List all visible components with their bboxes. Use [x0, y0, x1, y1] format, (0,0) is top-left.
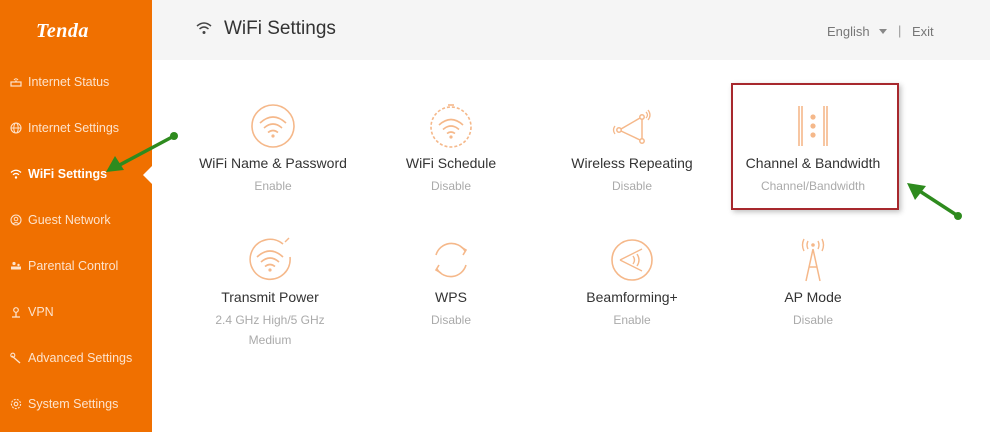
wps-icon	[434, 242, 468, 278]
tile-label: Transmit Power	[221, 289, 319, 305]
globe-icon	[9, 121, 23, 135]
sidebar-item-label: Parental Control	[28, 259, 119, 273]
guest-icon	[9, 213, 23, 227]
tools-icon	[9, 351, 23, 365]
app-window: Tenda Internet Status Internet Settings …	[0, 0, 990, 432]
transmit-power-icon	[249, 237, 291, 281]
tile-wifi-name-password[interactable]: WiFi Name & Password Enable	[188, 103, 358, 196]
sidebar-item-guest-network[interactable]: Guest Network	[0, 205, 152, 235]
tile-status: Disable	[430, 179, 472, 193]
sidebar-item-system-settings[interactable]: System Settings	[0, 389, 152, 419]
sidebar-item-parental-control[interactable]: Parental Control	[0, 251, 152, 281]
annotation-arrow-left	[106, 132, 178, 172]
sidebar-item-label: VPN	[28, 305, 54, 319]
sidebar: Tenda Internet Status Internet Settings …	[0, 0, 152, 432]
sidebar-item-label: WiFi Settings	[28, 167, 108, 181]
tile-status: Disable	[792, 313, 834, 327]
tile-status: Enable	[254, 179, 292, 193]
parental-icon	[9, 259, 23, 273]
sidebar-item-label: System Settings	[28, 397, 119, 411]
tile-status: 2.4 GHz High/5 GHz	[215, 313, 325, 327]
annotation-arrow-right	[907, 183, 962, 220]
tile-label: Wireless Repeating	[571, 155, 693, 171]
tile-transmit-power[interactable]: Transmit Power 2.4 GHz High/5 GHz Medium	[185, 237, 355, 350]
tile-wps[interactable]: WPS Disable	[366, 237, 536, 330]
schedule-icon	[430, 104, 472, 148]
tile-label: Beamforming+	[586, 289, 678, 305]
chevron-down-icon[interactable]	[879, 29, 887, 34]
sidebar-item-label: Internet Status	[28, 75, 110, 89]
sidebar-item-vpn[interactable]: VPN	[0, 297, 152, 327]
tile-label: WiFi Schedule	[405, 155, 497, 171]
tile-label: WPS	[435, 289, 467, 305]
sidebar-item-advanced-settings[interactable]: Advanced Settings	[0, 343, 152, 373]
header-separator: |	[898, 23, 902, 38]
tile-wireless-repeating[interactable]: Wireless Repeating Disable	[547, 103, 717, 196]
tile-label: AP Mode	[784, 289, 842, 305]
tenda-logo: Tenda	[36, 20, 89, 42]
tile-ap-mode[interactable]: AP Mode Disable	[728, 237, 898, 330]
tile-status: Enable	[613, 313, 651, 327]
tile-status-line2: Medium	[248, 333, 292, 347]
wifi-icon	[251, 104, 295, 148]
tile-label: WiFi Name & Password	[199, 155, 347, 171]
tile-status: Disable	[611, 179, 653, 193]
beamforming-icon	[611, 239, 653, 281]
tile-beamforming[interactable]: Beamforming+ Enable	[547, 237, 717, 330]
repeater-icon	[612, 109, 651, 144]
sidebar-item-label: Advanced Settings	[28, 351, 133, 365]
header: WiFi Settings English | Exit	[152, 0, 990, 60]
antenna-icon	[801, 238, 825, 282]
wifi-icon	[196, 21, 212, 40]
gear-icon	[9, 397, 23, 411]
sidebar-item-internet-status[interactable]: Internet Status	[0, 67, 152, 97]
vpn-icon	[9, 305, 23, 319]
language-select[interactable]: English	[827, 24, 870, 39]
router-icon	[9, 75, 23, 89]
tile-status: Disable	[430, 313, 472, 327]
highlight-box	[731, 83, 899, 210]
wifi-icon	[9, 167, 23, 181]
sidebar-item-label: Guest Network	[28, 213, 111, 227]
tile-wifi-schedule[interactable]: WiFi Schedule Disable	[366, 103, 536, 196]
exit-link[interactable]: Exit	[912, 24, 934, 39]
page-title: WiFi Settings	[224, 18, 336, 39]
